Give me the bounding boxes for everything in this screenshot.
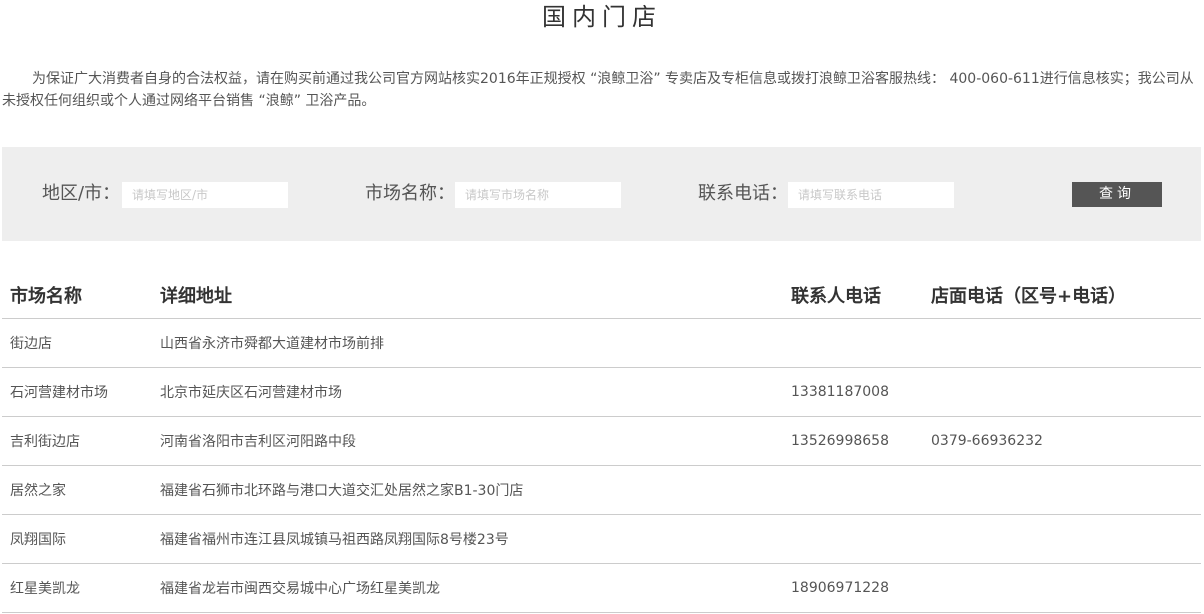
- header-store-phone: 店面电话（区号+电话）: [923, 272, 1201, 319]
- table-header-row: 市场名称 详细地址 联系人电话 店面电话（区号+电话）: [2, 272, 1201, 319]
- market-name-cell: 石河营建材市场: [2, 367, 152, 417]
- table-row: 街边店 山西省永济市舜都大道建材市场前排: [2, 318, 1201, 368]
- market-name-cell: 居然之家: [2, 465, 152, 515]
- header-contact-phone: 联系人电话: [783, 272, 923, 319]
- contact-phone-input[interactable]: [788, 182, 954, 208]
- contact-phone-cell: [783, 318, 923, 368]
- store-phone-cell: [923, 514, 1201, 564]
- header-market-name: 市场名称: [2, 272, 152, 319]
- address-cell: 福建省石狮市北环路与港口大道交汇处居然之家B1-30门店: [152, 465, 783, 515]
- address-cell: 福建省龙岩市闽西交易城中心广场红星美凯龙: [152, 563, 783, 613]
- store-phone-cell: [923, 465, 1201, 515]
- table-row: 吉利街边店 河南省洛阳市吉利区河阳路中段 13526998658 0379-66…: [2, 416, 1201, 466]
- contact-phone-cell: 18906971228: [783, 563, 923, 613]
- address-cell: 山西省永济市舜都大道建材市场前排: [152, 318, 783, 368]
- search-panel: 地区/市： 市场名称： 联系电话： 查询: [2, 147, 1201, 241]
- market-name-cell: 红星美凯龙: [2, 563, 152, 613]
- contact-phone-cell: 13381187008: [783, 367, 923, 417]
- contact-phone-cell: [783, 465, 923, 515]
- search-button[interactable]: 查询: [1072, 182, 1162, 207]
- table-row: 红星美凯龙 福建省龙岩市闽西交易城中心广场红星美凯龙 18906971228: [2, 563, 1201, 613]
- header-address: 详细地址: [152, 272, 783, 319]
- table-row: 石河营建材市场 北京市延庆区石河营建材市场 13381187008: [2, 367, 1201, 417]
- authorization-notice: 为保证广大消费者自身的合法权益，请在购买前通过我公司官方网站核实2016年正规授…: [2, 71, 1194, 109]
- market-name-input[interactable]: [455, 182, 621, 208]
- contact-phone-cell: 13526998658: [783, 416, 923, 466]
- contact-phone-cell: [783, 514, 923, 564]
- region-label: 地区/市：: [42, 183, 121, 204]
- store-phone-cell: [923, 367, 1201, 417]
- address-cell: 河南省洛阳市吉利区河阳路中段: [152, 416, 783, 466]
- address-cell: 北京市延庆区石河营建材市场: [152, 367, 783, 417]
- market-name-cell: 凤翔国际: [2, 514, 152, 564]
- table-row: 居然之家 福建省石狮市北环路与港口大道交汇处居然之家B1-30门店: [2, 465, 1201, 515]
- market-name-cell: 街边店: [2, 318, 152, 368]
- market-name-cell: 吉利街边店: [2, 416, 152, 466]
- table-row: 凤翔国际 福建省福州市连江县凤城镇马祖西路凤翔国际8号楼23号: [2, 514, 1201, 564]
- market-name-label: 市场名称：: [365, 183, 455, 204]
- store-phone-cell: 0379-66936232: [923, 416, 1201, 466]
- contact-phone-label: 联系电话：: [698, 183, 788, 204]
- store-phone-cell: [923, 563, 1201, 613]
- store-table: 市场名称 详细地址 联系人电话 店面电话（区号+电话） 街边店 山西省永济市舜都…: [2, 272, 1201, 613]
- address-cell: 福建省福州市连江县凤城镇马祖西路凤翔国际8号楼23号: [152, 514, 783, 564]
- page-title: 国内门店: [542, 3, 662, 31]
- region-input[interactable]: [122, 182, 288, 208]
- store-phone-cell: [923, 318, 1201, 368]
